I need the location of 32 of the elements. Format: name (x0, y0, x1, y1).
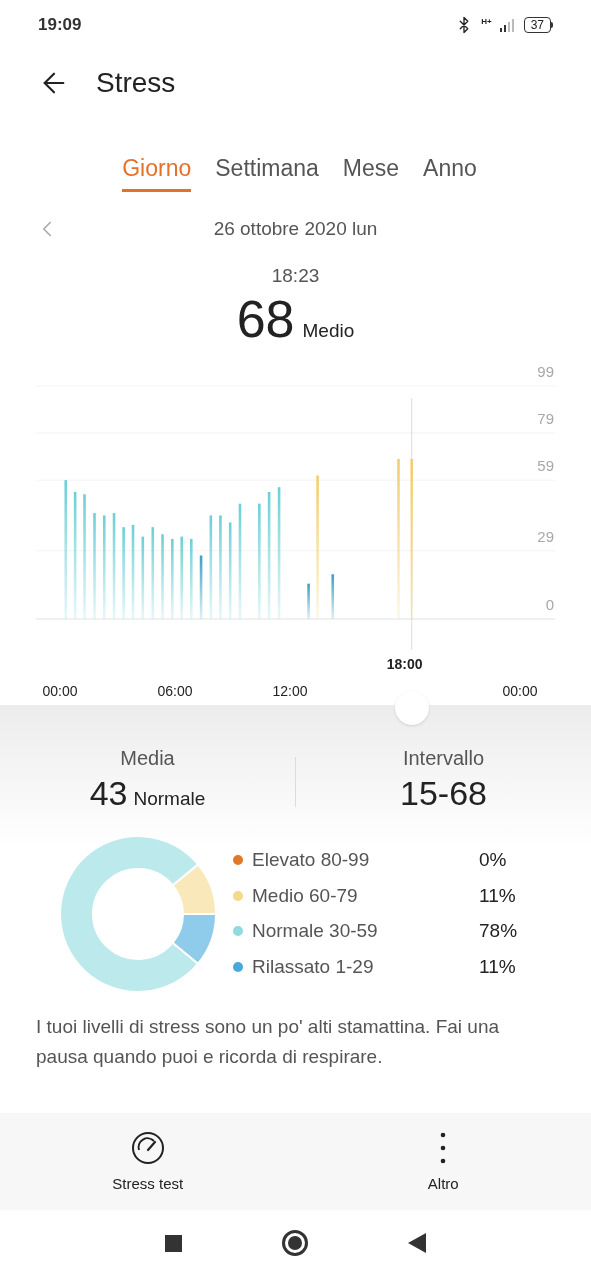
reading-level: Medio (302, 318, 355, 343)
y-tick-label: 79 (537, 410, 554, 428)
page-title: Stress (96, 66, 176, 100)
summary-value: 43 (89, 773, 128, 813)
legend-label: Medio 60-79 (252, 883, 359, 908)
legend-percent: 0% (479, 848, 507, 872)
legend-label: Elevato 80-99 (252, 848, 371, 872)
summary-label: Intervallo (402, 746, 485, 771)
summary-label: Media (120, 746, 175, 771)
legend-label: Rilassato 1-29 (252, 954, 375, 979)
x-tick-label: 00:00 (502, 683, 538, 699)
reading-time: 18:23 (271, 264, 320, 288)
reading-value: 68 (236, 290, 295, 347)
cursor-time-label: 18:00 (386, 656, 423, 672)
y-tick-label: 59 (537, 457, 554, 475)
legend-percent: 11% (479, 883, 516, 908)
legend-percent: 11% (479, 954, 516, 979)
y-tick-label: 29 (537, 527, 554, 545)
battery-icon: 37 (523, 17, 553, 33)
summary-qualifier: Normale (133, 787, 206, 811)
summary-value: 15-68 (400, 773, 487, 813)
legend-label: Normale 30-59 (252, 919, 379, 943)
x-tick-label: 06:00 (157, 683, 193, 699)
legend-percent: 78% (479, 919, 518, 943)
x-tick-label: 00:00 (42, 683, 78, 699)
y-tick-label: 0 (545, 596, 554, 613)
advice-text: I tuoi livelli di stress sono un po' alti stamattina. Fai una pausa quando puoi e ricorda di respirare. (35, 1015, 501, 1069)
y-tick-label: 99 (537, 363, 554, 380)
x-tick-label: 12:00 (272, 683, 308, 699)
date-label: 26 ottobre 2020 lun (213, 216, 378, 241)
network-type: H+ (481, 18, 492, 26)
status-time: 19:09 (38, 14, 82, 37)
